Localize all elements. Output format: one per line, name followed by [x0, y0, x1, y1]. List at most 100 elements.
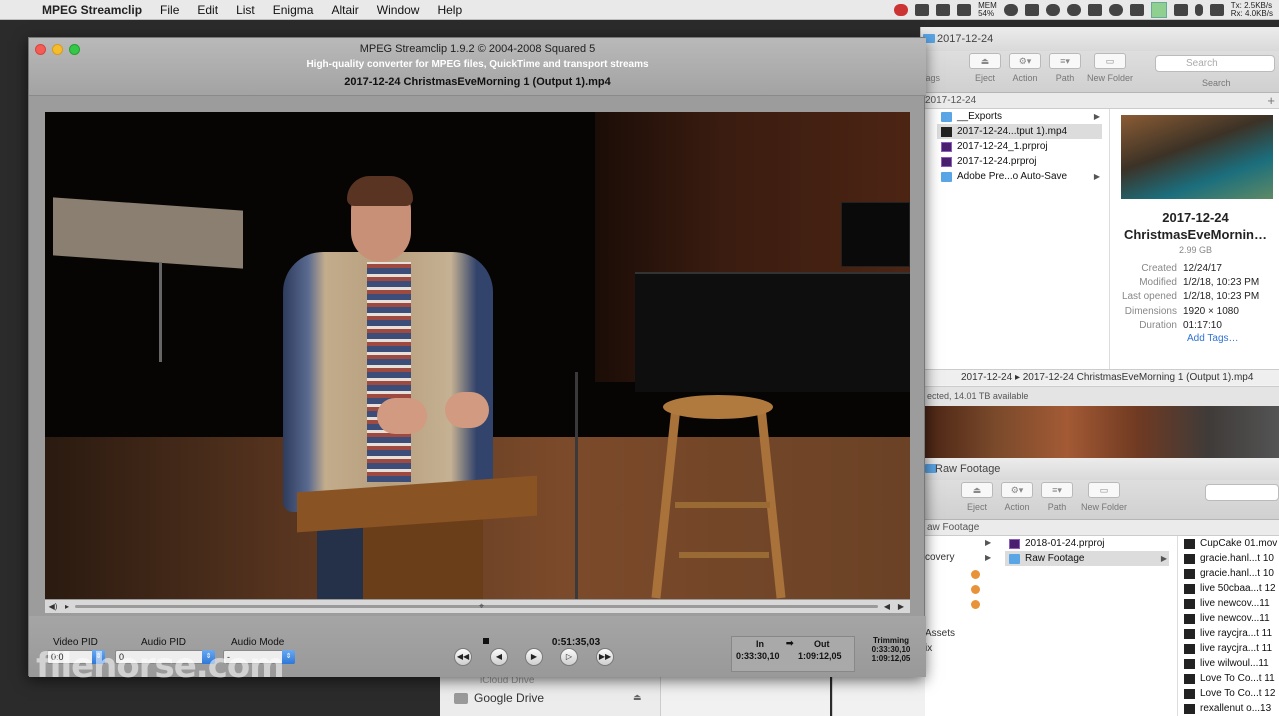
list-item[interactable]: 2017-12-24.prproj — [937, 154, 1102, 169]
action-button[interactable]: ⚙▾ Action — [1001, 482, 1033, 512]
cloud-icon[interactable] — [1003, 4, 1018, 16]
sidebar-item[interactable]: Assets — [925, 628, 955, 639]
memory-status[interactable]: MEM 54% — [978, 2, 997, 18]
video-scene-music-stand — [53, 197, 243, 269]
sidebar-item-google-drive[interactable]: Google Drive — [454, 691, 544, 705]
add-tab-icon[interactable]: + — [1267, 93, 1275, 109]
list-item[interactable]: CupCake 01.mov — [1178, 536, 1279, 551]
new-folder-button[interactable]: ▭ New Folder — [1087, 53, 1133, 83]
menu-altair[interactable]: Altair — [331, 3, 358, 17]
menu-edit[interactable]: Edit — [197, 3, 218, 17]
menu-file[interactable]: File — [160, 3, 179, 17]
playhead-handle[interactable]: ⌖ — [479, 600, 485, 613]
list-item[interactable]: live newcov...11 — [1178, 596, 1279, 611]
finder-titlebar[interactable]: Raw Footage — [925, 458, 1279, 480]
menu-list[interactable]: List — [236, 3, 255, 17]
finder-path-header: aw Footage — [925, 520, 1279, 536]
home-icon[interactable] — [1129, 4, 1144, 16]
app-status-icon[interactable] — [1024, 4, 1039, 16]
search-input[interactable]: Search — [1155, 55, 1275, 72]
new-folder-icon: ▭ — [1088, 482, 1120, 498]
play-outline-button[interactable]: ▷ — [560, 648, 578, 666]
step-back-button[interactable]: ◀ — [490, 648, 508, 666]
record-icon[interactable] — [894, 4, 909, 16]
dropbox-icon[interactable] — [936, 4, 951, 16]
sidebar-item[interactable]: covery — [925, 552, 954, 563]
app-status-icon[interactable] — [1066, 4, 1081, 16]
sync-icon[interactable] — [1045, 4, 1060, 16]
video-frame[interactable] — [45, 112, 910, 599]
list-item[interactable]: gracie.hanl...t 10 — [1178, 566, 1279, 581]
network-icon[interactable] — [1209, 4, 1224, 16]
disclosure-arrow-icon: ▶ — [985, 538, 992, 547]
app-status-icon[interactable] — [1087, 4, 1102, 16]
network-throughput[interactable]: Tx: 2.5KB/s Rx: 4.0KB/s — [1231, 2, 1273, 18]
list-item[interactable]: 2018-01-24.prproj — [1005, 536, 1169, 551]
path-button[interactable]: ≡▾ Path — [1049, 53, 1081, 83]
app-status-icon[interactable] — [915, 4, 930, 16]
file-list: 2018-01-24.prproj Raw Footage ▶ — [1005, 536, 1169, 566]
list-item[interactable]: live raycjra...t 11 — [1178, 626, 1279, 641]
finder-title: 2017-12-24 — [937, 33, 994, 45]
chevron-right-icon: ▸ — [1014, 372, 1023, 383]
list-item[interactable]: Love To Co...t 11 — [1178, 671, 1279, 686]
new-folder-button[interactable]: ▭ New Folder — [1081, 482, 1127, 512]
finder-titlebar[interactable]: 2017-12-24 — [921, 27, 1279, 51]
list-item[interactable]: Adobe Pre...o Auto-Save ▶ — [937, 169, 1102, 184]
play-button[interactable]: ▶ — [525, 648, 543, 666]
out-value[interactable]: 1:09:12,05 — [798, 651, 842, 661]
step-forward-icon[interactable]: ▶ — [895, 601, 907, 612]
action-button[interactable]: ⚙▾ Action — [1009, 53, 1041, 83]
upload-icon[interactable] — [1108, 4, 1123, 16]
app-status-icon[interactable] — [957, 4, 972, 16]
step-back-icon[interactable]: ▸ — [61, 601, 73, 612]
list-item[interactable]: Love To Co...t 12 — [1178, 686, 1279, 701]
search-input[interactable] — [1205, 484, 1279, 501]
preview-file-size: 2.99 GB — [1178, 245, 1213, 255]
list-item-selected[interactable]: 2017-12-24...tput 1).mp4 — [937, 124, 1102, 139]
activity-monitor-icon[interactable] — [1150, 2, 1167, 18]
folder-icon — [941, 171, 952, 182]
list-item[interactable]: rexallenut o...13 — [1178, 701, 1279, 716]
drive-icon — [454, 692, 468, 704]
video-file-icon — [1184, 553, 1195, 564]
add-tags-link[interactable]: Add Tags… — [1187, 333, 1239, 344]
finder-column-view: __Exports ▶ 2017-12-24...tput 1).mp4 2017… — [921, 109, 1279, 446]
list-item[interactable]: live newcov...11 — [1178, 611, 1279, 626]
video-file-icon — [1184, 643, 1195, 654]
list-item[interactable]: live wilwoul...11 — [1178, 656, 1279, 671]
sidebar-item[interactable]: ix — [925, 643, 932, 654]
list-item[interactable]: gracie.hanl...t 10 — [1178, 551, 1279, 566]
orange-tag-icon — [971, 570, 980, 579]
eject-button[interactable]: ⏏ Eject — [969, 53, 1001, 83]
app-status-icon[interactable] — [1173, 4, 1188, 16]
step-back-icon[interactable]: ◀ — [881, 601, 893, 612]
disclosure-arrow-icon: ▶ — [985, 553, 992, 562]
list-item[interactable]: live raycjra...t 11 — [1178, 641, 1279, 656]
column-divider[interactable] — [1109, 109, 1110, 369]
rewind-button[interactable]: ◀◀ — [454, 648, 472, 666]
list-item[interactable]: 2017-12-24_1.prproj — [937, 139, 1102, 154]
menu-enigma[interactable]: Enigma — [273, 3, 314, 17]
fast-forward-button[interactable]: ▶▶ — [596, 648, 614, 666]
path-folder[interactable]: 2017-12-24 — [961, 372, 1012, 383]
in-value[interactable]: 0:33:30,10 — [736, 651, 780, 661]
path-button[interactable]: ≡▾ Path — [1041, 482, 1073, 512]
preview-metadata: Created 12/24/17 Modified 1/2/18, 10:23 PM… — [1121, 262, 1260, 331]
menu-app-name[interactable]: MPEG Streamclip — [42, 3, 142, 17]
video-file-icon — [1184, 568, 1195, 579]
menu-help[interactable]: Help — [437, 3, 462, 17]
scrub-track[interactable] — [75, 605, 878, 608]
list-item[interactable]: live 50cbaa...t 12 — [1178, 581, 1279, 596]
path-file[interactable]: 2017-12-24 ChristmasEveMorning 1 (Output… — [1023, 372, 1254, 383]
video-file-icon — [1184, 703, 1195, 714]
menu-window[interactable]: Window — [377, 3, 420, 17]
list-item[interactable]: __Exports ▶ — [937, 109, 1102, 124]
eject-icon[interactable]: ⏏ — [633, 692, 642, 703]
volume-icon[interactable]: ◀) — [47, 601, 59, 612]
bluetooth-icon[interactable] — [1194, 4, 1203, 16]
list-item-selected[interactable]: Raw Footage ▶ — [1005, 551, 1169, 566]
eject-button[interactable]: ⏏ Eject — [961, 482, 993, 512]
window-titlebar[interactable]: MPEG Streamclip 1.9.2 © 2004-2008 Square… — [29, 38, 926, 96]
preview-file-name: 2017-12-24 ChristmasEveMornin… — [1123, 210, 1268, 242]
